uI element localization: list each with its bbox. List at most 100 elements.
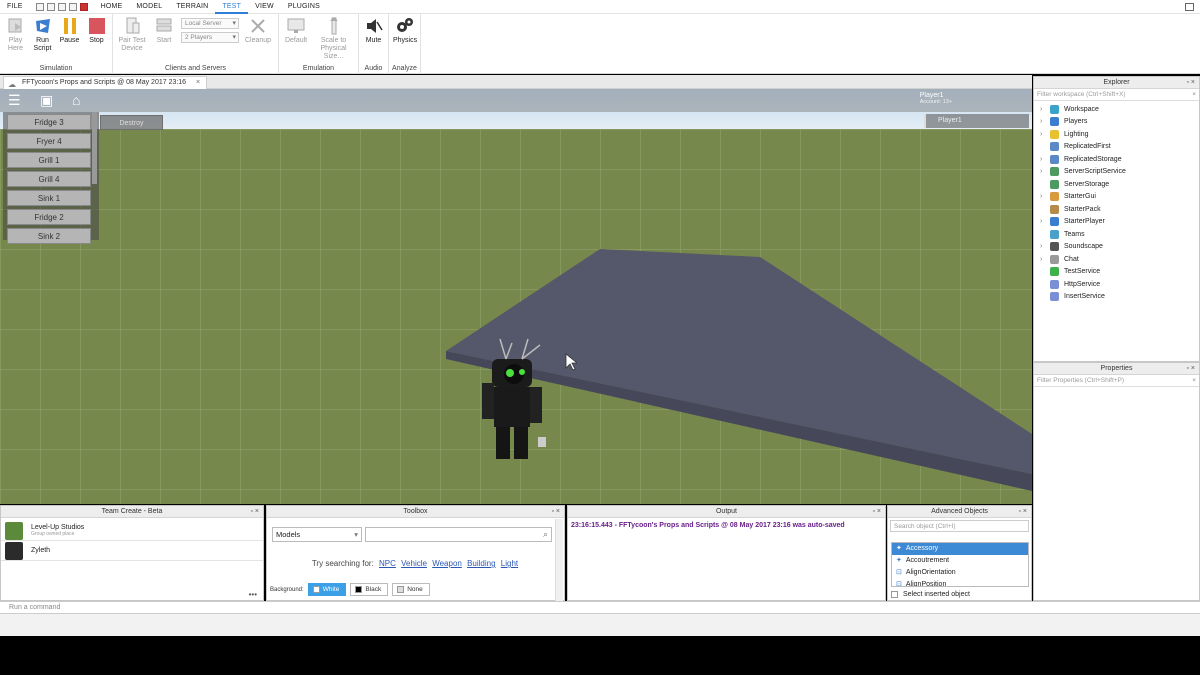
item-button[interactable]: Sink 2 bbox=[7, 228, 91, 244]
object-list-item[interactable]: ✦ Accoutrement bbox=[892, 555, 1028, 567]
pair-test-device-button[interactable]: Pair Test Device bbox=[117, 17, 147, 53]
cleanup-button[interactable]: Cleanup bbox=[243, 17, 273, 45]
command-bar-input[interactable]: Run a command bbox=[0, 601, 1200, 614]
background-black-button[interactable]: Black bbox=[350, 583, 389, 596]
player-avatar[interactable] bbox=[470, 329, 560, 469]
menu-terrain[interactable]: TERRAIN bbox=[169, 0, 215, 14]
run-script-button[interactable]: Run Script bbox=[31, 17, 54, 53]
toolbox-category-select[interactable]: Models bbox=[272, 527, 362, 542]
explorer-item[interactable]: › ServerScriptService bbox=[1034, 166, 1199, 179]
object-list-item[interactable]: ⊡ AlignPosition bbox=[892, 579, 1028, 586]
item-button[interactable]: Fryer 4 bbox=[7, 133, 91, 149]
stop-icon[interactable] bbox=[79, 2, 88, 11]
object-list-item[interactable]: ⊡ AlignOrientation bbox=[892, 567, 1028, 579]
server-select[interactable]: Local Server bbox=[181, 18, 239, 29]
chat-icon[interactable]: ▣ bbox=[40, 92, 53, 109]
undo-icon[interactable] bbox=[46, 2, 55, 11]
suggestion-link[interactable]: NPC bbox=[379, 559, 396, 568]
more-options-icon[interactable]: ••• bbox=[249, 590, 257, 599]
expand-arrow-icon[interactable]: › bbox=[1040, 193, 1050, 200]
clear-filter-icon[interactable]: × bbox=[1192, 89, 1196, 101]
menu-model[interactable]: MODEL bbox=[129, 0, 169, 14]
play-here-button[interactable]: Play Here bbox=[4, 17, 27, 53]
explorer-item[interactable]: › Players bbox=[1034, 116, 1199, 129]
expand-arrow-icon[interactable]: › bbox=[1040, 218, 1050, 225]
menu-test[interactable]: TEST bbox=[215, 0, 249, 14]
explorer-item[interactable]: › Chat bbox=[1034, 253, 1199, 266]
expand-arrow-icon[interactable]: › bbox=[1040, 256, 1050, 263]
suggestion-link[interactable]: Light bbox=[501, 559, 518, 568]
explorer-item[interactable]: Teams bbox=[1034, 228, 1199, 241]
select-inserted-checkbox[interactable]: Select inserted object bbox=[891, 591, 970, 598]
menu-file[interactable]: FILE bbox=[0, 0, 30, 14]
explorer-filter-input[interactable]: Filter workspace (Ctrl+Shift+X) × bbox=[1034, 89, 1199, 101]
item-button[interactable]: Fridge 2 bbox=[7, 209, 91, 225]
expand-arrow-icon[interactable]: › bbox=[1040, 168, 1050, 175]
explorer-item[interactable]: › StarterGui bbox=[1034, 191, 1199, 204]
game-viewport[interactable]: ☰ ▣ ⌂ Player1 Account: 13+ Player1 Fridg… bbox=[0, 89, 1032, 504]
properties-filter-input[interactable]: Filter Properties (Ctrl+Shift+P) × bbox=[1034, 375, 1199, 387]
explorer-item[interactable]: StarterPack bbox=[1034, 203, 1199, 216]
explorer-item[interactable]: › Soundscape bbox=[1034, 241, 1199, 254]
panel-dock-close-icon[interactable]: ▫ × bbox=[1186, 363, 1195, 375]
explorer-item[interactable]: › Lighting bbox=[1034, 128, 1199, 141]
background-none-button[interactable]: None bbox=[392, 583, 430, 596]
suggestion-link[interactable]: Vehicle bbox=[401, 559, 427, 568]
explorer-item[interactable]: ServerStorage bbox=[1034, 178, 1199, 191]
explorer-item[interactable]: InsertService bbox=[1034, 291, 1199, 304]
object-list-item[interactable]: ✦ Accessory bbox=[892, 543, 1028, 555]
explorer-item[interactable]: › StarterPlayer bbox=[1034, 216, 1199, 229]
items-scrollbar[interactable] bbox=[92, 112, 97, 184]
close-tab-icon[interactable]: × bbox=[196, 79, 200, 86]
team-user-row[interactable]: Level-Up Studios Group owned place bbox=[1, 521, 263, 541]
item-button[interactable]: Fridge 3 bbox=[7, 114, 91, 130]
start-button[interactable]: Start bbox=[151, 17, 177, 45]
item-button[interactable]: Sink 1 bbox=[7, 190, 91, 206]
panel-dock-close-icon[interactable]: ▫ × bbox=[1186, 77, 1195, 89]
expand-arrow-icon[interactable]: › bbox=[1040, 243, 1050, 250]
document-tab[interactable]: ☁ FFTycoon's Props and Scripts @ 08 May … bbox=[3, 76, 208, 89]
explorer-item[interactable]: › ReplicatedStorage bbox=[1034, 153, 1199, 166]
panel-dock-close-icon[interactable]: ▫ × bbox=[250, 506, 259, 518]
expand-arrow-icon[interactable]: › bbox=[1040, 156, 1050, 163]
item-button[interactable]: Grill 1 bbox=[7, 152, 91, 168]
explorer-item[interactable]: › Workspace bbox=[1034, 103, 1199, 116]
menu-home[interactable]: HOME bbox=[94, 0, 130, 14]
toolbox-search-input[interactable]: ⌕ bbox=[365, 527, 552, 542]
physics-button[interactable]: Physics bbox=[393, 17, 417, 45]
item-button[interactable]: Grill 4 bbox=[7, 171, 91, 187]
expand-arrow-icon[interactable]: › bbox=[1040, 106, 1050, 113]
explorer-item[interactable]: HttpService bbox=[1034, 278, 1199, 291]
panel-dock-close-icon[interactable]: ▫ × bbox=[551, 506, 560, 518]
panel-dock-close-icon[interactable]: ▫ × bbox=[872, 506, 881, 518]
panel-dock-close-icon[interactable]: ▫ × bbox=[1018, 506, 1027, 518]
publish-icon[interactable] bbox=[68, 2, 77, 11]
expand-arrow-icon[interactable]: › bbox=[1040, 118, 1050, 125]
menu-plugins[interactable]: PLUGINS bbox=[281, 0, 327, 14]
expand-arrow-icon[interactable]: › bbox=[1040, 131, 1050, 138]
explorer-item[interactable]: ReplicatedFirst bbox=[1034, 141, 1199, 154]
destroy-button[interactable]: Destroy bbox=[100, 115, 163, 130]
background-white-button[interactable]: White bbox=[307, 583, 347, 596]
players-select[interactable]: 2 Players bbox=[181, 32, 239, 43]
menu-hamburger-icon[interactable]: ☰ bbox=[8, 92, 21, 109]
backpack-icon[interactable]: ⌂ bbox=[72, 92, 80, 108]
default-device-button[interactable]: Default bbox=[283, 17, 309, 45]
explorer-item-label: StarterGui bbox=[1064, 193, 1096, 201]
stop-button[interactable]: Stop bbox=[85, 17, 108, 45]
menu-view[interactable]: VIEW bbox=[248, 0, 281, 14]
team-user-row[interactable]: Zyleth bbox=[1, 541, 263, 561]
toolbox-scrollbar[interactable] bbox=[555, 519, 563, 601]
suggestion-link[interactable]: Weapon bbox=[432, 559, 462, 568]
mute-button[interactable]: Mute bbox=[363, 17, 384, 45]
redo-icon[interactable] bbox=[57, 2, 66, 11]
explorer-item[interactable]: TestService bbox=[1034, 266, 1199, 279]
suggestion-link[interactable]: Building bbox=[467, 559, 495, 568]
advanced-objects-search-input[interactable]: Search object (Ctrl+I) bbox=[890, 520, 1029, 532]
new-file-icon[interactable] bbox=[35, 2, 44, 11]
restore-window-icon[interactable] bbox=[1185, 3, 1194, 11]
player-list-entry[interactable]: Player1 bbox=[924, 114, 1029, 128]
pause-button[interactable]: Pause bbox=[58, 17, 81, 45]
clear-filter-icon[interactable]: × bbox=[1192, 375, 1196, 387]
scale-physical-size-button[interactable]: Scale to Physical Size... bbox=[313, 17, 354, 61]
